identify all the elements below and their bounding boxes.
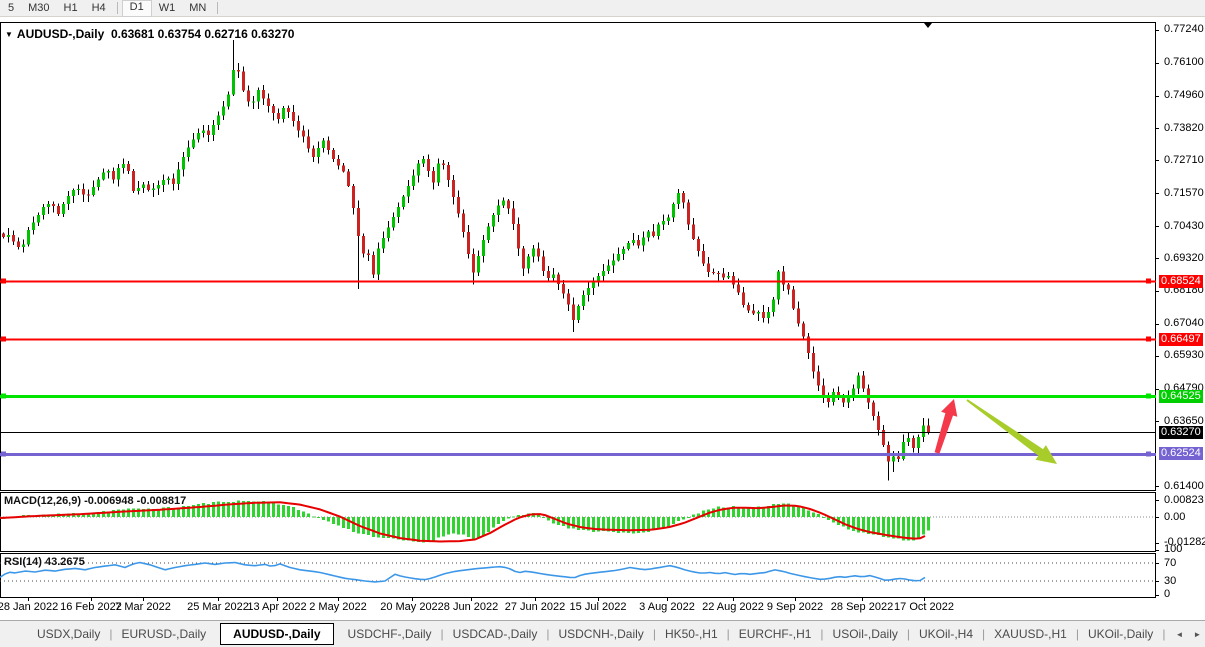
tab-usdcnh-daily[interactable]: USDCNH-,Daily xyxy=(549,627,652,641)
axis-tick xyxy=(1156,63,1159,64)
price-badge-support-1: 0.62524 xyxy=(1159,447,1203,461)
tab-scroll-arrows: ◄ ► xyxy=(1175,630,1201,639)
timeframe-button-w1[interactable]: W1 xyxy=(152,1,183,16)
rsi-scale-label: 70 xyxy=(1164,556,1177,569)
tab-separator: | xyxy=(1162,627,1166,641)
timeframe-button-h4[interactable]: H4 xyxy=(85,1,113,16)
price-tick-label: 0.67040 xyxy=(1164,317,1204,330)
timeframe-button-mn[interactable]: MN xyxy=(182,1,213,16)
axis-tick xyxy=(1156,258,1159,259)
toolbar-separator xyxy=(217,2,219,14)
tab-usdcad-daily[interactable]: USDCAD-,Daily xyxy=(444,627,547,641)
price-tick-label: 0.69320 xyxy=(1164,251,1204,264)
axis-tick xyxy=(1156,324,1159,325)
macd-scale-label: 0.00823 xyxy=(1164,493,1204,506)
macd-scale-label: 0.00 xyxy=(1164,510,1186,523)
rsi-label: RSI(14) 43.2675 xyxy=(4,556,85,568)
chart-canvas[interactable] xyxy=(0,22,1156,598)
tab-eurusd-daily[interactable]: EURUSD-,Daily xyxy=(112,627,215,641)
toolbar-separator xyxy=(116,2,118,14)
timeframe-toolbar: 5 M30 H1 H4 D1 W1 MN xyxy=(0,0,1205,17)
tabs-scroll-left-icon[interactable]: ◄ xyxy=(1175,630,1183,639)
axis-tick xyxy=(1156,543,1159,544)
axis-tick xyxy=(1156,30,1159,31)
chart-symbol-label: AUDUSD-,Daily xyxy=(16,27,105,41)
price-badge-current-price: 0.63270 xyxy=(1159,425,1203,439)
rsi-scale-label: 0 xyxy=(1164,588,1171,598)
chart-ohlc-values: 0.63681 0.63754 0.62716 0.63270 xyxy=(110,27,295,41)
tab-usoil-daily[interactable]: USOil-,Daily xyxy=(824,627,907,641)
rsi-scale-label: 100 xyxy=(1164,543,1183,555)
date-label: 15 Jul 2022 xyxy=(569,601,627,613)
axis-tick xyxy=(1156,128,1159,129)
tab-audusd-daily[interactable]: AUDUSD-,Daily xyxy=(220,623,334,645)
axis-tick xyxy=(1156,500,1159,501)
date-label: 22 Aug 2022 xyxy=(702,601,764,613)
date-label: 17 Oct 2022 xyxy=(894,601,954,613)
main-panel-frame xyxy=(0,22,1156,491)
price-tick-label: 0.70430 xyxy=(1164,219,1204,232)
date-label: 27 Jun 2022 xyxy=(504,601,566,613)
price-badge-resistance-2: 0.66497 xyxy=(1159,332,1203,346)
chart-title: ▼ AUDUSD-,Daily 0.63681 0.63754 0.62716 0… xyxy=(5,27,294,41)
price-tick-label: 0.71570 xyxy=(1164,186,1204,199)
price-tick-label: 0.74960 xyxy=(1164,89,1204,102)
price-axis: 0.77240 0.76100 0.74960 0.73820 0.72710 0.715… xyxy=(1156,22,1205,598)
price-tick-label: 0.76100 xyxy=(1164,56,1204,69)
tab-xauusd-h1[interactable]: XAUUSD-,H1 xyxy=(985,627,1076,641)
axis-tick xyxy=(1156,193,1159,194)
date-label: 20 May 2022 xyxy=(380,601,444,613)
price-tick-label: 0.77240 xyxy=(1164,23,1204,36)
axis-tick xyxy=(1156,550,1159,551)
axis-tick xyxy=(1156,226,1159,227)
chevron-down-icon[interactable]: ▼ xyxy=(5,30,13,39)
date-label: 8 Jun 2022 xyxy=(443,601,499,613)
axis-tick xyxy=(1156,517,1159,518)
timeframe-button-m30[interactable]: M30 xyxy=(21,1,56,16)
rsi-scale-label: 30 xyxy=(1164,574,1177,587)
tab-usdchf-daily[interactable]: USDCHF-,Daily xyxy=(339,627,441,641)
date-label: 13 Apr 2022 xyxy=(247,601,307,613)
axis-tick xyxy=(1156,160,1159,161)
price-tick-label: 0.61400 xyxy=(1164,479,1204,492)
price-tick-label: 0.72710 xyxy=(1164,153,1204,166)
date-label: 25 Mar 2022 xyxy=(187,601,249,613)
date-label: 9 Sep 2022 xyxy=(766,601,824,613)
tab-ukoil-daily[interactable]: UKOil-,Daily xyxy=(1079,627,1162,641)
price-badge-resistance-1: 0.68524 xyxy=(1159,274,1203,288)
timeframe-button-5[interactable]: 5 xyxy=(1,1,21,16)
price-tick-label: 0.73820 xyxy=(1164,121,1204,134)
date-label: 28 Jan 2022 xyxy=(0,601,59,613)
date-label: 28 Sep 2022 xyxy=(830,601,894,613)
axis-tick xyxy=(1156,421,1159,422)
axis-tick xyxy=(1156,581,1159,582)
date-label: 16 Feb 2022 xyxy=(60,601,122,613)
tab-usdx-daily[interactable]: USDX,Daily xyxy=(28,627,109,641)
price-tick-label: 0.65930 xyxy=(1164,349,1204,362)
axis-tick xyxy=(1156,486,1159,487)
axis-tick xyxy=(1156,291,1159,292)
mt4-window: 5 M30 H1 H4 D1 W1 MN ▼ AUDUSD-,Daily 0.63681 0.… xyxy=(0,0,1205,647)
tab-eurchf-h1[interactable]: EURCHF-,H1 xyxy=(730,627,821,641)
axis-tick xyxy=(1156,595,1159,596)
chart-tabs-bar: USDX,Daily | EURUSD-,Daily AUDUSD-,Daily USD… xyxy=(0,620,1205,647)
date-label: 7 Mar 2022 xyxy=(115,601,171,613)
price-badge-resistance-3: 0.64525 xyxy=(1159,389,1203,403)
date-label: 2 May 2022 xyxy=(309,601,367,613)
axis-tick xyxy=(1156,96,1159,97)
timeframe-button-d1[interactable]: D1 xyxy=(121,0,152,17)
axis-tick xyxy=(1156,356,1159,357)
timeframe-button-h1[interactable]: H1 xyxy=(57,1,85,16)
axis-tick xyxy=(1156,563,1159,564)
time-axis: 28 Jan 2022 16 Feb 2022 7 Mar 2022 25 Mar 2… xyxy=(0,598,1156,618)
tab-hk50-h1[interactable]: HK50-,H1 xyxy=(656,627,727,641)
macd-label: MACD(12,26,9) -0.006948 -0.008817 xyxy=(4,495,187,507)
date-label: 3 Aug 2022 xyxy=(639,601,695,613)
tab-ukoil-h4[interactable]: UKOil-,H4 xyxy=(910,627,982,641)
tabs-scroll-right-icon[interactable]: ► xyxy=(1193,630,1201,639)
